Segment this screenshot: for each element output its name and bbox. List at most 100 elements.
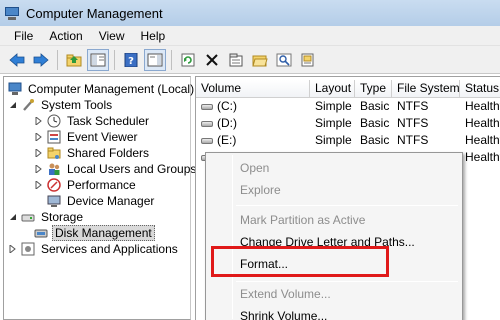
volume-name: (C:) <box>217 99 237 113</box>
tree-item-storage[interactable]: Storage <box>8 209 85 225</box>
title-bar: Computer Management <box>0 0 500 26</box>
status-cell: Healthy <box>465 150 500 164</box>
open-folder-icon[interactable] <box>249 49 271 71</box>
drive-icon <box>201 137 213 144</box>
search-icon[interactable] <box>273 49 295 71</box>
format-highlight-box <box>211 246 389 277</box>
volume-name: (D:) <box>217 116 237 130</box>
menu-item-shrink-volume[interactable]: Shrink Volume... <box>240 306 327 320</box>
tree-item-device-manager[interactable]: Device Manager <box>47 193 156 209</box>
menu-view[interactable]: View <box>91 29 133 43</box>
back-arrow-icon[interactable] <box>6 49 28 71</box>
column-header-volume[interactable]: Volume <box>196 80 310 98</box>
tree-item-label: Services and Applications <box>41 242 178 256</box>
type-cell: Basic <box>360 133 390 147</box>
tree-item-performance[interactable]: Performance <box>34 177 138 193</box>
layout-cell: Simple <box>315 99 352 113</box>
computer-management-icon <box>4 6 20 20</box>
show-hide-tree-icon[interactable] <box>87 48 109 71</box>
column-header-type[interactable]: Type <box>355 80 392 98</box>
layout-cell: Simple <box>315 133 352 147</box>
menu-separator <box>236 281 458 282</box>
menu-item-extend-volume[interactable]: Extend Volume... <box>240 284 331 304</box>
table-row[interactable]: (E:) Simple Basic NTFS Healthy <box>196 132 500 148</box>
event-log-icon <box>47 130 61 144</box>
shared-folder-icon <box>47 146 61 160</box>
tree-item-system-tools[interactable]: System Tools <box>8 97 114 113</box>
tree-item-label: Task Scheduler <box>67 114 150 128</box>
status-cell: Healthy <box>465 116 500 130</box>
tree-item-local-users[interactable]: Local Users and Groups <box>34 161 198 177</box>
tree-item-label: Disk Management <box>52 225 155 241</box>
users-icon <box>47 162 61 176</box>
menu-file[interactable]: File <box>6 29 41 43</box>
window-title: Computer Management <box>26 5 163 21</box>
column-header-status[interactable]: Status <box>460 80 500 98</box>
expand-arrow-icon[interactable] <box>34 180 44 190</box>
tree-item-label: System Tools <box>41 98 113 112</box>
toolbar-separator <box>171 49 172 70</box>
tree-item-label: Storage <box>41 210 84 224</box>
properties-icon[interactable] <box>225 49 247 71</box>
collapse-arrow-icon[interactable] <box>8 212 18 222</box>
menu-item-mark-active[interactable]: Mark Partition as Active <box>240 210 365 230</box>
volume-name: (E:) <box>217 133 237 147</box>
tree-item-task-scheduler[interactable]: Task Scheduler <box>34 113 151 129</box>
tree-item-event-viewer[interactable]: Event Viewer <box>34 129 139 145</box>
type-cell: Basic <box>360 99 390 113</box>
expand-arrow-icon[interactable] <box>34 164 44 174</box>
refresh-icon[interactable] <box>177 49 199 71</box>
svg-text:?: ? <box>128 56 134 67</box>
tree-item-label: Computer Management (Local) <box>28 82 195 96</box>
tree-item-label: Shared Folders <box>67 146 150 160</box>
performance-icon <box>47 178 61 192</box>
drive-icon <box>201 103 213 110</box>
computer-management-icon <box>8 82 22 96</box>
expand-arrow-icon[interactable] <box>34 116 44 126</box>
tree-item-computer-management[interactable]: Computer Management (Local) <box>8 81 196 97</box>
export-icon[interactable] <box>297 49 319 71</box>
drive-icon <box>201 120 213 127</box>
table-row[interactable]: (D:) Simple Basic NTFS Healthy <box>196 115 500 131</box>
services-icon <box>21 242 35 256</box>
file-system-cell: NTFS <box>397 99 429 113</box>
menu-help[interactable]: Help <box>133 29 174 43</box>
status-cell: Healthy <box>465 99 500 113</box>
volume-list-header: Volume Layout Type File System Status <box>196 80 500 98</box>
help-icon[interactable]: ? <box>120 49 142 71</box>
menu-item-explore[interactable]: Explore <box>240 180 281 200</box>
toolbar: ? <box>0 46 500 74</box>
expand-arrow-icon[interactable] <box>34 132 44 142</box>
tree-item-label: Event Viewer <box>67 130 138 144</box>
forward-arrow-icon[interactable] <box>30 49 52 71</box>
tree-item-label: Device Manager <box>67 194 155 208</box>
up-folder-icon[interactable] <box>63 49 85 71</box>
context-menu-gutter <box>232 155 233 319</box>
expand-arrow-icon[interactable] <box>8 244 18 254</box>
column-header-file-system[interactable]: File System <box>392 80 460 98</box>
tree-item-disk-management[interactable]: Disk Management <box>34 225 155 241</box>
status-cell: Healthy <box>465 133 500 147</box>
tree-item-label: Performance <box>67 178 136 192</box>
toolbar-separator <box>57 49 58 70</box>
collapse-arrow-icon[interactable] <box>8 100 18 110</box>
tools-icon <box>21 98 35 112</box>
tree-item-services-applications[interactable]: Services and Applications <box>8 241 180 257</box>
tree-item-shared-folders[interactable]: Shared Folders <box>34 145 151 161</box>
type-cell: Basic <box>360 116 390 130</box>
navigation-tree: Computer Management (Local) System Tools… <box>3 76 196 320</box>
action-pane-icon[interactable] <box>144 48 166 71</box>
menu-action[interactable]: Action <box>41 29 90 43</box>
storage-icon <box>21 210 35 224</box>
clock-icon <box>47 114 61 128</box>
device-manager-icon <box>47 194 61 208</box>
menu-item-open[interactable]: Open <box>240 158 269 178</box>
expand-arrow-icon[interactable] <box>34 148 44 158</box>
column-header-layout[interactable]: Layout <box>310 80 355 98</box>
table-row[interactable]: (C:) Simple Basic NTFS Healthy <box>196 98 500 114</box>
file-system-cell: NTFS <box>397 116 429 130</box>
delete-icon[interactable] <box>201 49 223 71</box>
file-system-cell: NTFS <box>397 133 429 147</box>
disk-management-icon <box>34 226 48 240</box>
menu-separator <box>236 205 458 206</box>
